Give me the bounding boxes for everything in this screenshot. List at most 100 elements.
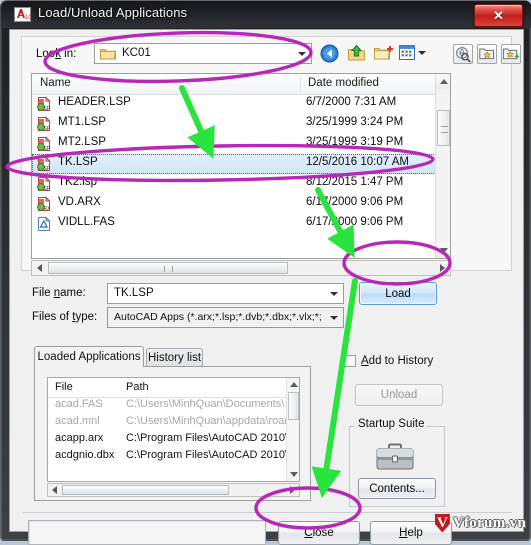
add-to-history-label: Add to History	[361, 355, 434, 367]
column-header-file[interactable]: File	[55, 381, 73, 393]
scroll-up-button[interactable]	[287, 378, 299, 391]
load-button-label: Load	[385, 287, 411, 300]
svg-text:10: 10	[25, 15, 31, 21]
file-name-input[interactable]: TK.LSP	[107, 283, 344, 304]
tab-label: History list	[147, 351, 202, 364]
svg-text:SP: SP	[44, 166, 51, 172]
watermark-text: Vforum.vn	[452, 514, 526, 531]
look-in-combo[interactable]: KC01	[94, 43, 312, 64]
scroll-thumb[interactable]	[288, 392, 299, 420]
file-browser-panel: Look in: KC01 Name Date modified SP HEAD…	[21, 36, 521, 276]
file-row-tk2-lsp[interactable]: SP TK2.lsp 8/12/2015 1:47 PM	[32, 174, 450, 194]
file-list[interactable]: Name Date modified SP HEADER.LSP 6/7/200…	[31, 73, 451, 259]
loaded-applications-table[interactable]: File Path acad.FAS C:\Users\MinhQuan\Doc…	[47, 377, 300, 482]
horizontal-scroll-thumb[interactable]	[48, 262, 288, 274]
table-row[interactable]: acad.FAS C:\Users\MinhQuan\Documents\	[48, 397, 299, 414]
file-list-horizontal-scrollbar[interactable]	[31, 260, 451, 276]
back-navigate-icon[interactable]	[320, 44, 339, 68]
window-title: Load/Unload Applications	[38, 5, 188, 20]
views-dropdown-chevron-icon[interactable]	[418, 51, 426, 55]
briefcase-icon[interactable]	[375, 443, 415, 473]
file-name: MT1.LSP	[58, 116, 106, 128]
tab-history-list[interactable]: History list	[146, 348, 203, 366]
file-row-tk-lsp-selected[interactable]: SP TK.LSP 12/5/2016 10:07 AM	[32, 154, 450, 174]
chevron-down-icon[interactable]	[330, 292, 338, 296]
app-path: C:\Program Files\AutoCAD 2010\	[126, 432, 289, 444]
tab-label: Loaded Applications	[37, 351, 141, 363]
up-one-level-icon[interactable]	[347, 44, 366, 68]
load-button[interactable]: Load	[359, 282, 437, 305]
column-header-name[interactable]: Name	[40, 77, 71, 89]
unload-button[interactable]: Unload	[355, 384, 443, 406]
app-file: acad.mnl	[55, 415, 100, 427]
startup-suite-title: Startup Suite	[355, 418, 428, 430]
file-row-vd-arx[interactable]: RX VD.ARX 6/17/2000 9:06 PM	[32, 194, 450, 214]
contents-button[interactable]: Contents...	[358, 478, 436, 499]
arx-file-icon: RX	[36, 196, 52, 212]
look-in-label: Look in:	[36, 48, 77, 60]
table-row[interactable]: acad.mnl C:\Users\MinhQuan\appdata\roami…	[48, 414, 299, 431]
add-to-history-row[interactable]: Add to History	[344, 355, 433, 367]
close-button[interactable]: Close	[278, 521, 360, 545]
unload-button-label: Unload	[380, 389, 418, 401]
scroll-left-button[interactable]	[48, 484, 61, 496]
window-close-button[interactable]: ✕	[474, 4, 523, 27]
file-date: 6/17/2000 9:06 PM	[306, 196, 404, 208]
scroll-thumb[interactable]	[437, 110, 450, 146]
search-web-icon[interactable]	[453, 44, 473, 64]
file-date: 6/17/2000 9:06 PM	[306, 216, 404, 228]
add-to-history-checkbox[interactable]	[344, 355, 356, 367]
column-divider[interactable]	[300, 76, 301, 92]
file-name-label: File name:	[32, 287, 86, 299]
column-header-path[interactable]: Path	[126, 381, 149, 393]
svg-text:SP: SP	[44, 106, 51, 112]
app-file: acad.FAS	[55, 398, 103, 410]
chevron-down-icon[interactable]	[298, 52, 306, 56]
svg-text:SP: SP	[44, 186, 51, 192]
triangle-down-icon	[439, 248, 448, 253]
column-header-date[interactable]: Date modified	[308, 77, 379, 89]
file-name: TK.LSP	[58, 156, 98, 168]
app-file: acapp.arx	[55, 432, 104, 444]
chevron-down-icon[interactable]	[330, 316, 338, 320]
file-list-vertical-scrollbar[interactable]	[435, 74, 450, 258]
horizontal-scroll-thumb[interactable]	[62, 485, 229, 495]
tab-loaded-applications[interactable]: Loaded Applications	[34, 346, 144, 367]
close-icon: ✕	[493, 7, 504, 23]
svg-text:RX: RX	[44, 206, 52, 212]
views-menu-icon[interactable]	[399, 45, 416, 66]
autocad-a10-icon: 10	[14, 6, 32, 23]
scroll-right-button[interactable]	[435, 261, 450, 275]
triangle-right-icon	[290, 486, 295, 494]
loaded-applications-panel: File Path acad.FAS C:\Users\MinhQuan\Doc…	[34, 366, 311, 501]
file-row-mt1-lsp[interactable]: SP MT1.LSP 3/25/1999 3:24 PM	[32, 114, 450, 134]
table-row[interactable]: acdgnio.dbx C:\Program Files\AutoCAD 201…	[48, 448, 299, 465]
files-of-type-label: Files of type:	[32, 311, 98, 323]
look-in-row: Look in: KC01	[22, 43, 521, 68]
file-date: 3/25/1999 3:24 PM	[306, 116, 404, 128]
scroll-left-button[interactable]	[32, 261, 47, 275]
file-date: 6/7/2000 7:31 AM	[306, 96, 397, 108]
files-of-type-combo[interactable]: AutoCAD Apps (*.arx;*.lsp;*.dvb;*.dbx;*.…	[107, 307, 344, 328]
file-row-vidll-fas[interactable]: VIDLL.FAS 6/17/2000 9:06 PM	[32, 214, 450, 234]
files-of-type-value: AutoCAD Apps (*.arx;*.lsp;*.dvb;*.dbx;*.…	[114, 311, 322, 323]
contents-button-label: Contents...	[369, 482, 425, 495]
apps-horizontal-scrollbar[interactable]	[47, 483, 300, 497]
scroll-down-button[interactable]	[287, 468, 299, 481]
apps-vertical-scrollbar[interactable]	[286, 378, 299, 481]
file-date: 8/12/2015 1:47 PM	[306, 176, 404, 188]
file-name-value: TK.LSP	[114, 287, 154, 299]
svg-text:SP: SP	[44, 146, 51, 152]
add-to-favorites-icon[interactable]	[477, 44, 497, 64]
table-row[interactable]: acapp.arx C:\Program Files\AutoCAD 2010\	[48, 431, 299, 448]
vforum-watermark: V Vforum.vn	[434, 513, 526, 533]
file-date: 12/5/2016 10:07 AM	[306, 156, 409, 168]
scroll-up-button[interactable]	[436, 74, 450, 89]
add-current-folder-icon[interactable]	[501, 44, 521, 64]
create-new-folder-icon[interactable]	[373, 44, 394, 68]
lsp-file-icon: SP	[36, 136, 52, 152]
scroll-down-button[interactable]	[436, 243, 450, 258]
file-row-mt2-lsp[interactable]: SP MT2.LSP 3/25/1999 3:19 PM	[32, 134, 450, 154]
scroll-right-button[interactable]	[286, 484, 299, 496]
file-row-header-lsp[interactable]: SP HEADER.LSP 6/7/2000 7:31 AM	[32, 94, 450, 114]
